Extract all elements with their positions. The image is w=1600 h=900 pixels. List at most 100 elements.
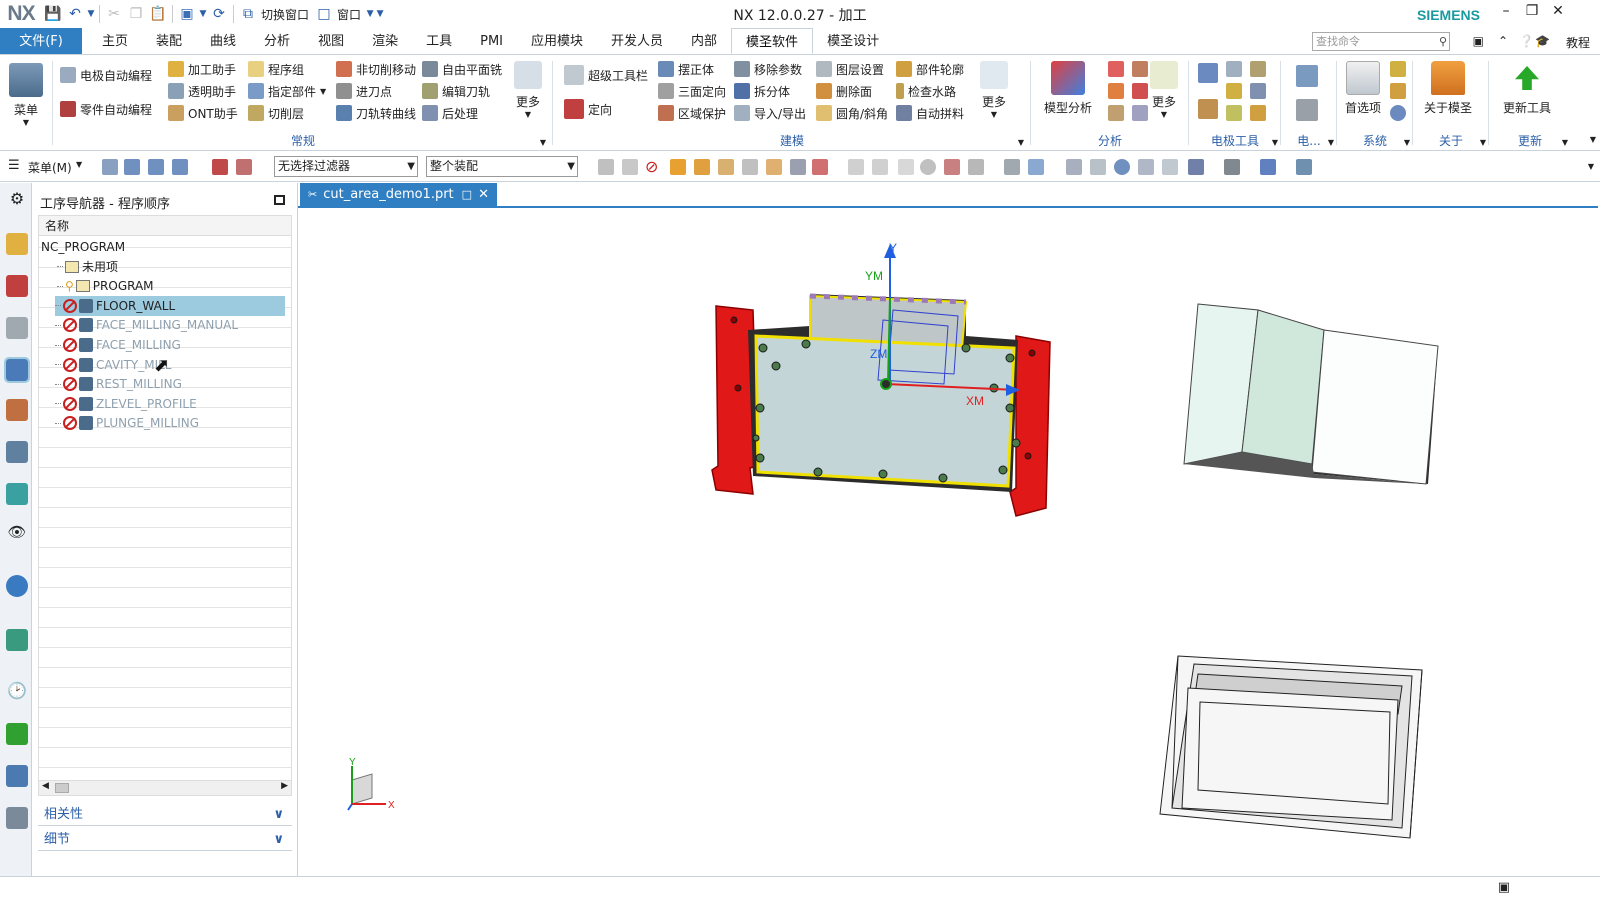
tool-icon[interactable]	[6, 765, 28, 787]
tree-row[interactable]: REST_MILLING	[55, 374, 285, 394]
transparent-assistant-button[interactable]: 透明助手	[168, 81, 236, 101]
selection-filter-dropdown[interactable]: 无选择过滤器 ▼	[274, 156, 418, 177]
electrode-tool-icon[interactable]	[1250, 61, 1266, 77]
zoom-icon[interactable]	[1090, 159, 1106, 175]
palette-icon[interactable]	[6, 723, 28, 745]
collapse-ribbon-icon[interactable]: ⌃	[1498, 34, 1508, 48]
roles-icon[interactable]	[6, 629, 28, 651]
undo-icon[interactable]: ↶	[64, 3, 86, 25]
help-icon[interactable]: ❔	[1519, 34, 1534, 48]
close-icon[interactable]: ✕	[1546, 3, 1570, 25]
tutorial-button[interactable]: 教程	[1566, 34, 1590, 51]
three-face-orient-button[interactable]: 三面定向	[658, 81, 726, 101]
snap-icon[interactable]	[598, 159, 614, 175]
group-options-icon[interactable]: ▼	[1562, 138, 1568, 147]
undo-dropdown-icon[interactable]: ▼	[86, 3, 96, 25]
more-modeling-button[interactable]: 更多 ▼	[976, 61, 1012, 119]
section-view-icon[interactable]	[1296, 159, 1312, 175]
tab-render[interactable]: 渲染	[358, 28, 412, 54]
more-common-button[interactable]: 更多 ▼	[510, 61, 546, 119]
window-layout-icon[interactable]: ▣	[1473, 34, 1484, 48]
details-panel[interactable]: 细节 ∨	[38, 829, 292, 851]
chevron-down-icon[interactable]: ▼	[76, 160, 82, 169]
electrode-tool-icon[interactable]	[1250, 83, 1266, 99]
electrode-tool-icon[interactable]	[1226, 105, 1242, 121]
layer-settings-button[interactable]: 图层设置	[816, 59, 884, 79]
shaded-icon[interactable]	[1004, 159, 1020, 175]
verify-toolpath-icon[interactable]	[236, 159, 252, 175]
group-options-icon[interactable]: ▼	[1404, 138, 1410, 147]
reuse-library-icon[interactable]	[6, 441, 28, 463]
point-icon[interactable]	[790, 159, 806, 175]
electrode-tool-icon[interactable]	[1226, 61, 1242, 77]
color-analysis-icon[interactable]	[1108, 83, 1124, 99]
tree-row[interactable]: ⚲ PROGRAM	[57, 276, 285, 296]
electrode-tool-icon[interactable]	[1226, 83, 1242, 99]
save-icon[interactable]: 💾	[42, 3, 64, 25]
ont-assistant-button[interactable]: ONT助手	[168, 103, 238, 123]
close-tab-icon[interactable]: ✕	[478, 183, 489, 206]
about-mosheng-button[interactable]: 关于模圣	[1416, 61, 1480, 116]
assembly-navigator-icon[interactable]	[6, 233, 28, 255]
restore-icon[interactable]: ❐	[1520, 3, 1544, 25]
menu-big-button[interactable]: 菜单 ▼	[6, 63, 46, 127]
tab-pmi[interactable]: PMI	[466, 28, 517, 54]
scroll-thumb[interactable]	[55, 783, 69, 793]
chevron-down-icon[interactable]: ∨	[273, 829, 284, 851]
machine-tool-view-icon[interactable]	[148, 159, 164, 175]
postprocess-button[interactable]: 后处理	[422, 103, 478, 123]
ribbon-options-icon[interactable]: ▼	[1590, 135, 1596, 144]
tutorial-icon[interactable]: 🎓	[1535, 34, 1550, 48]
transparent-box-model[interactable]	[1159, 655, 1423, 839]
entry-point-button[interactable]: 进刀点	[336, 81, 392, 101]
part-outline-button[interactable]: 部件轮廓	[896, 59, 964, 79]
program-group-button[interactable]: 程序组	[248, 59, 304, 79]
fullscreen-icon[interactable]: ▣	[1498, 880, 1510, 895]
update-tool-button[interactable]: 更新工具	[1494, 61, 1560, 116]
tree-row[interactable]: CAVITY_MILL	[55, 355, 285, 375]
fit-view-icon[interactable]	[1066, 159, 1082, 175]
solid-block-model[interactable]	[1183, 303, 1439, 485]
machine-navigator-icon[interactable]	[6, 399, 28, 421]
selection-mode-icon[interactable]	[102, 159, 118, 175]
more-analysis-button[interactable]: 更多 ▼	[1146, 61, 1182, 119]
split-body-button[interactable]: 拆分体	[734, 81, 790, 101]
tab-mosheng-software[interactable]: 模圣软件	[731, 28, 814, 54]
view-icon[interactable]	[1162, 159, 1178, 175]
snap-endpoint-icon[interactable]	[848, 159, 864, 175]
tab-internal[interactable]: 内部	[677, 28, 731, 54]
fillet-chamfer-button[interactable]: 圆角/斜角	[816, 103, 888, 123]
column-header-name[interactable]: 名称	[39, 216, 291, 236]
weight-icon[interactable]	[1108, 61, 1124, 77]
layout-icon[interactable]	[1188, 159, 1204, 175]
search-icon[interactable]: ⚲	[1439, 33, 1447, 50]
switch-window-button[interactable]: 切换窗口	[261, 6, 309, 23]
maximize-icon[interactable]	[274, 195, 285, 205]
snap-midpoint-icon[interactable]	[872, 159, 888, 175]
tab-developer[interactable]: 开发人员	[597, 28, 677, 54]
main-menu-button[interactable]: 菜单(M)	[28, 159, 72, 176]
tree-row[interactable]: PLUNGE_MILLING	[55, 413, 285, 433]
minimize-icon[interactable]: –	[1494, 3, 1518, 25]
no-snap-icon[interactable]: ⊘	[645, 157, 658, 176]
machining-assistant-button[interactable]: 加工助手	[168, 59, 236, 79]
remove-parameters-button[interactable]: 移除参数	[734, 59, 802, 79]
part-auto-program-button[interactable]: 零件自动编程	[60, 99, 152, 119]
elec-icon[interactable]	[1296, 65, 1318, 87]
preferences-button[interactable]: 首选项	[1340, 61, 1386, 116]
body-icon[interactable]	[718, 159, 734, 175]
rotate-icon[interactable]	[1114, 159, 1130, 175]
tab-view[interactable]: 视图	[304, 28, 358, 54]
dependencies-panel[interactable]: 相关性 ∨	[38, 804, 292, 826]
solid-body-icon[interactable]	[670, 159, 686, 175]
edit-toolpath-button[interactable]: 编辑刀轨	[422, 81, 490, 101]
tree-row[interactable]: 未用项	[57, 257, 285, 277]
horizontal-scrollbar[interactable]: ◀ ▶	[38, 780, 292, 796]
operation-navigator-icon[interactable]	[4, 357, 30, 383]
history-clock-icon[interactable]: 🕑	[6, 681, 28, 703]
scroll-right-icon[interactable]: ▶	[281, 781, 288, 791]
tree-row[interactable]: FACE_MILLING	[55, 335, 285, 355]
delete-face-button[interactable]: 删除面	[816, 81, 872, 101]
tab-analysis[interactable]: 分析	[250, 28, 304, 54]
component-icon[interactable]	[742, 159, 758, 175]
